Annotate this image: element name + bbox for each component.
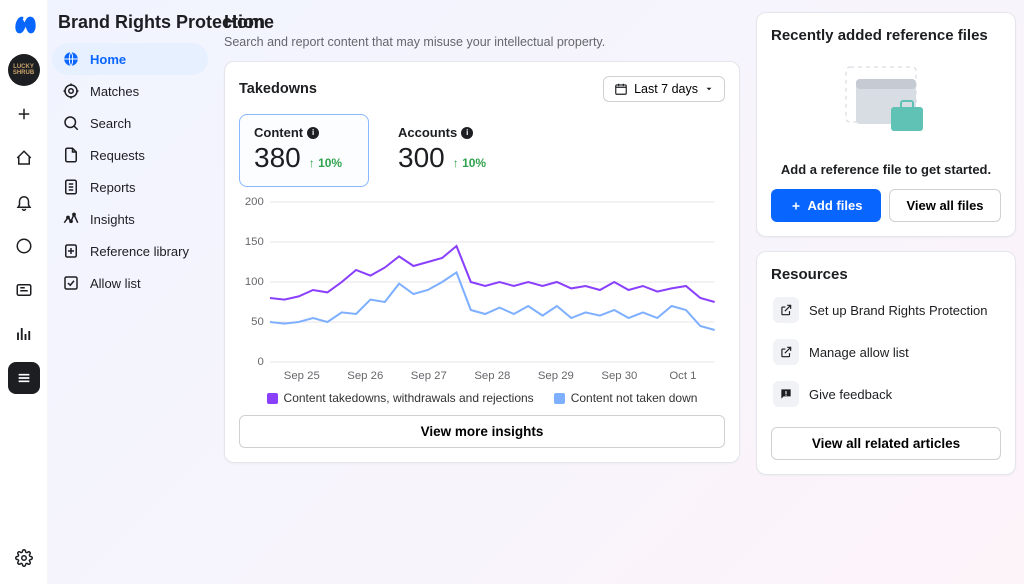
takedowns-card: Takedowns Last 7 days Content i 380 ↑ 10%…: [224, 61, 740, 463]
sidebar-item-label: Reference library: [90, 244, 189, 259]
rail-chat-icon[interactable]: [8, 230, 40, 262]
takedowns-chart: 0 50 100 150 200 Sep 25 Sep 26 Sep 27 Sep 28 Sep …: [239, 197, 725, 387]
sidebar: Brand Rights Protection Home Matches Sea…: [48, 0, 216, 584]
legend-swatch-a: [267, 393, 278, 404]
sidebar-item-reference-library[interactable]: Reference library: [52, 235, 208, 267]
stat-accounts[interactable]: Accounts i 300 ↑ 10%: [383, 114, 513, 187]
reference-empty-text: Add a reference file to get started.: [771, 162, 1001, 177]
target-icon: [62, 82, 80, 100]
add-files-label: Add files: [808, 198, 863, 213]
stat-accounts-value: 300: [398, 142, 445, 174]
sidebar-item-label: Search: [90, 116, 131, 131]
resource-item-feedback[interactable]: Give feedback: [771, 375, 1001, 413]
resource-item-allow-list[interactable]: Manage allow list: [771, 333, 1001, 371]
resources-title: Resources: [771, 266, 1001, 283]
meta-logo-icon[interactable]: [8, 10, 40, 42]
sidebar-item-label: Home: [90, 52, 126, 67]
stat-accounts-delta: ↑ 10%: [453, 156, 486, 170]
chart-legend: Content takedowns, withdrawals and rejec…: [239, 391, 725, 405]
check-icon: [62, 274, 80, 292]
globe-icon: [62, 50, 80, 68]
plus-icon: [790, 200, 802, 212]
calendar-icon: [614, 82, 628, 96]
sidebar-item-insights[interactable]: Insights: [52, 203, 208, 235]
search-icon: [62, 114, 80, 132]
rail-settings-icon[interactable]: [8, 542, 40, 574]
legend-swatch-b: [554, 393, 565, 404]
page-title: Brand Rights Protection: [52, 12, 208, 43]
svg-text:Sep 29: Sep 29: [538, 370, 574, 382]
sidebar-item-label: Allow list: [90, 276, 141, 291]
svg-text:100: 100: [245, 276, 264, 288]
date-range-button[interactable]: Last 7 days: [603, 76, 725, 102]
svg-text:50: 50: [251, 316, 264, 328]
sidebar-item-label: Requests: [90, 148, 145, 163]
rail-analytics-icon[interactable]: [8, 318, 40, 350]
resource-label: Set up Brand Rights Protection: [809, 303, 988, 318]
resources-card: Resources Set up Brand Rights Protection…: [756, 251, 1016, 475]
takedowns-title: Takedowns: [239, 81, 317, 97]
svg-text:Sep 25: Sep 25: [284, 370, 320, 382]
view-more-insights-button[interactable]: View more insights: [239, 415, 725, 448]
resource-label: Give feedback: [809, 387, 892, 402]
external-link-icon: [773, 339, 799, 365]
chevron-down-icon: [704, 84, 714, 94]
sidebar-item-search[interactable]: Search: [52, 107, 208, 139]
list-icon: [62, 178, 80, 196]
sidebar-item-label: Matches: [90, 84, 139, 99]
svg-text:150: 150: [245, 236, 264, 248]
info-icon[interactable]: i: [307, 127, 319, 139]
home-subtitle: Search and report content that may misus…: [224, 35, 740, 49]
sidebar-item-label: Insights: [90, 212, 135, 227]
svg-text:200: 200: [245, 196, 264, 208]
brand-avatar[interactable]: LUCKYSHRUB: [8, 54, 40, 86]
svg-text:Oct 1: Oct 1: [669, 370, 696, 382]
file-icon: [62, 146, 80, 164]
add-files-button[interactable]: Add files: [771, 189, 881, 222]
reference-title: Recently added reference files: [771, 27, 1001, 44]
rail-bell-icon[interactable]: [8, 186, 40, 218]
sidebar-item-allow-list[interactable]: Allow list: [52, 267, 208, 299]
feedback-icon: [773, 381, 799, 407]
svg-text:Sep 26: Sep 26: [347, 370, 383, 382]
rail-home-icon[interactable]: [8, 142, 40, 174]
resource-label: Manage allow list: [809, 345, 909, 360]
rail-add-icon[interactable]: [8, 98, 40, 130]
sidebar-item-requests[interactable]: Requests: [52, 139, 208, 171]
app-rail: LUCKYSHRUB: [0, 0, 48, 584]
date-range-label: Last 7 days: [634, 82, 698, 96]
legend-label-b: Content not taken down: [571, 391, 698, 405]
legend-label-a: Content takedowns, withdrawals and rejec…: [284, 391, 534, 405]
sidebar-item-matches[interactable]: Matches: [52, 75, 208, 107]
sidebar-item-reports[interactable]: Reports: [52, 171, 208, 203]
sidebar-item-label: Reports: [90, 180, 136, 195]
view-all-files-button[interactable]: View all files: [889, 189, 1001, 222]
stat-content-label: Content: [254, 125, 303, 140]
stat-content-delta: ↑ 10%: [309, 156, 342, 170]
stat-content[interactable]: Content i 380 ↑ 10%: [239, 114, 369, 187]
svg-text:Sep 27: Sep 27: [411, 370, 447, 382]
reference-empty-illustration: [771, 52, 1001, 152]
home-heading: Home: [224, 12, 740, 33]
sidebar-item-home[interactable]: Home: [52, 43, 208, 75]
rail-menu-icon[interactable]: [8, 362, 40, 394]
main-content: Home Search and report content that may …: [216, 0, 1024, 584]
external-link-icon: [773, 297, 799, 323]
insights-icon: [62, 210, 80, 228]
resource-item-setup[interactable]: Set up Brand Rights Protection: [771, 291, 1001, 329]
stat-accounts-label: Accounts: [398, 125, 457, 140]
reference-files-card: Recently added reference files Add a ref…: [756, 12, 1016, 237]
library-icon: [62, 242, 80, 260]
svg-text:Sep 28: Sep 28: [474, 370, 510, 382]
svg-text:0: 0: [257, 356, 263, 368]
view-all-articles-button[interactable]: View all related articles: [771, 427, 1001, 460]
info-icon[interactable]: i: [461, 127, 473, 139]
rail-news-icon[interactable]: [8, 274, 40, 306]
svg-text:Sep 30: Sep 30: [601, 370, 637, 382]
stat-content-value: 380: [254, 142, 301, 174]
